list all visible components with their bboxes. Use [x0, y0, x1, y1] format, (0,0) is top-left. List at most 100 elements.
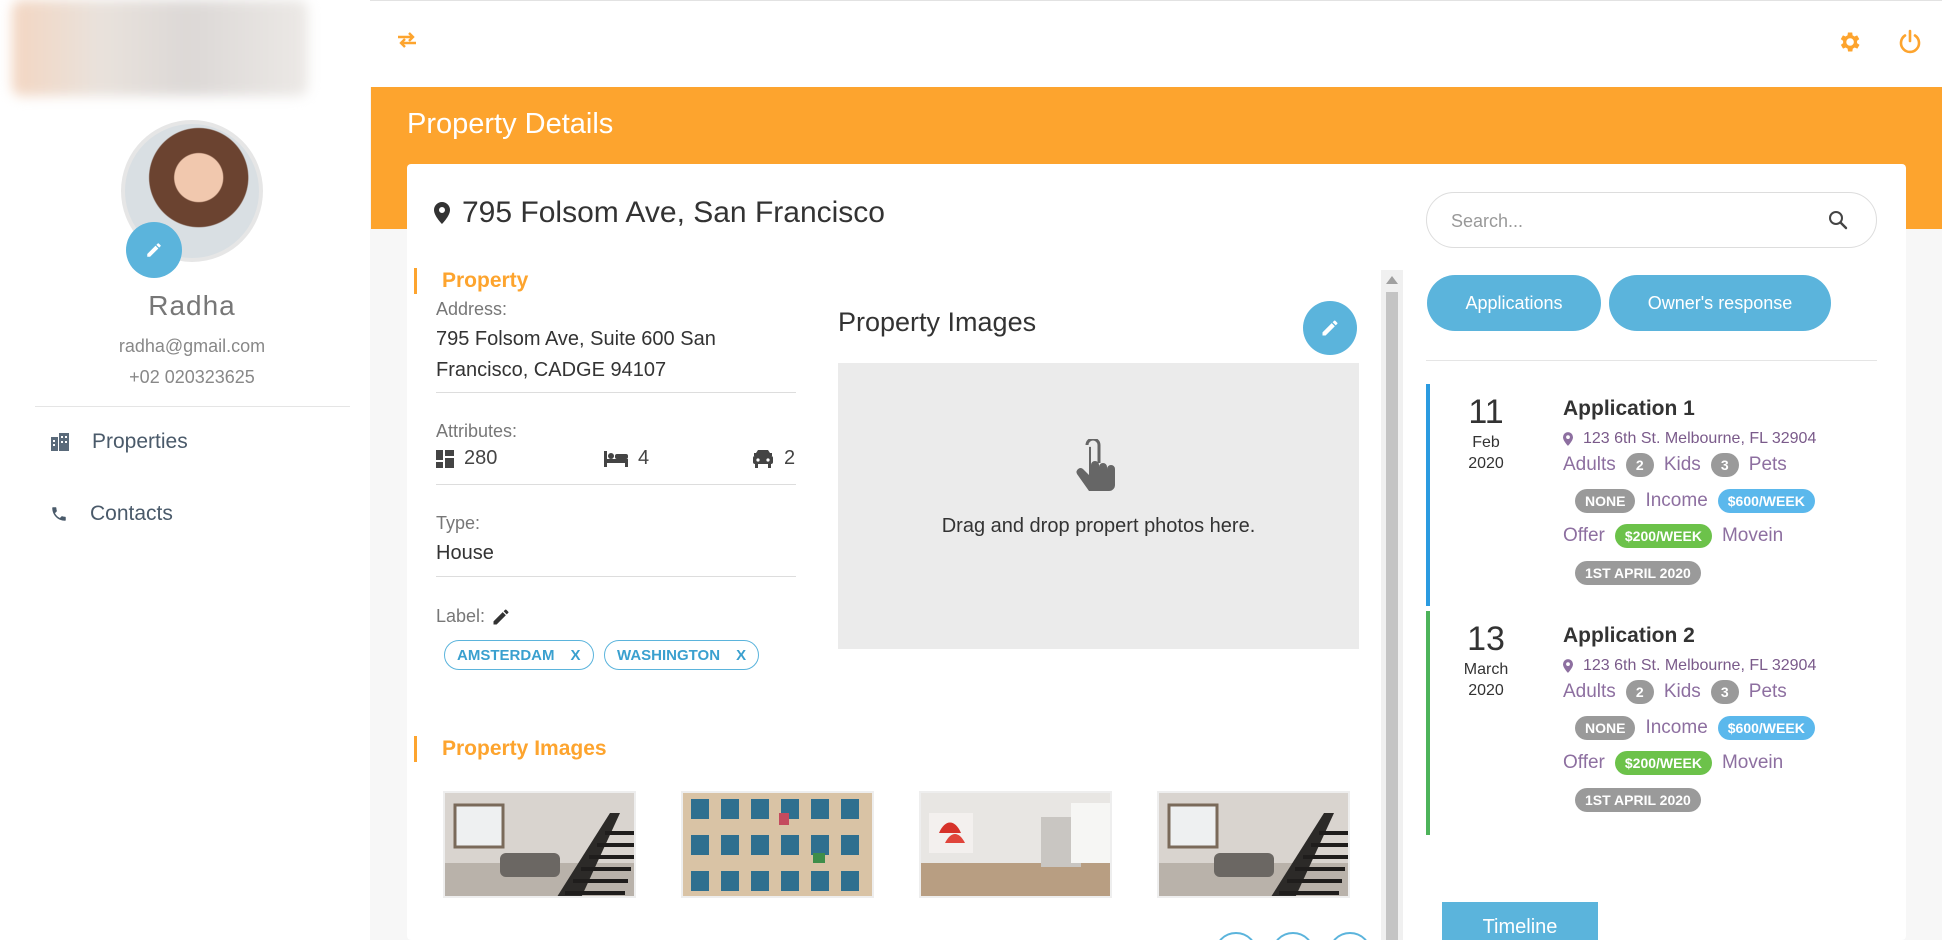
- offer-label: Offer: [1563, 752, 1605, 773]
- property-image-thumbnail[interactable]: [919, 791, 1112, 898]
- movein-badge: 1ST APRIL 2020: [1575, 788, 1701, 812]
- sidebar-divider: [35, 406, 350, 407]
- edit-images-button[interactable]: [1303, 301, 1357, 355]
- application-accent-bar: [1426, 611, 1430, 835]
- user-name: Radha: [148, 290, 236, 321]
- dropzone-text: Drag and drop propert photos here.: [941, 515, 1256, 537]
- top-bar: [370, 0, 1942, 87]
- map-pin-icon: [1563, 659, 1573, 673]
- interior-hallway-image: [921, 793, 1110, 896]
- date-day: 13: [1467, 620, 1505, 658]
- property-image-thumbnail[interactable]: [443, 791, 636, 898]
- income-badge: $600/WEEK: [1717, 489, 1815, 513]
- application-offer: Offer $200/WEEK Movein: [1563, 751, 1783, 775]
- bed-icon: [604, 450, 628, 467]
- adults-label: Adults: [1563, 681, 1616, 702]
- cars-value: 2: [784, 447, 796, 469]
- application-movein: 1ST APRIL 2020: [1575, 788, 1701, 812]
- offer-badge: $200/WEEK: [1614, 524, 1712, 548]
- adults-count-badge: 2: [1625, 680, 1654, 704]
- label-label: Label:: [436, 606, 486, 626]
- kids-count-badge: 3: [1710, 680, 1739, 704]
- phone-icon: [52, 507, 66, 521]
- scrollbar[interactable]: [1381, 270, 1403, 940]
- sidebar-item-properties[interactable]: Properties: [50, 430, 188, 454]
- tag-remove-button[interactable]: X: [736, 647, 746, 664]
- pets-badge: NONE: [1575, 716, 1636, 740]
- section-bar: [414, 268, 417, 294]
- pencil-icon[interactable]: [491, 607, 511, 627]
- hand-pointer-icon: [1076, 439, 1115, 491]
- app-logo[interactable]: [12, 0, 308, 96]
- gear-icon[interactable]: [1836, 29, 1862, 55]
- movein-badge: 1ST APRIL 2020: [1575, 561, 1701, 585]
- user-email: radha@gmail.com: [118, 336, 266, 356]
- label-row: Label:: [436, 606, 511, 627]
- movein-label: Movein: [1721, 525, 1784, 546]
- user-phone: +02 020323625: [129, 367, 255, 387]
- images-heading: Property Images: [838, 307, 1037, 337]
- timeline-button[interactable]: Timeline: [1442, 902, 1598, 940]
- property-title: 795 Folsom Ave, San Francisco: [434, 196, 885, 230]
- property-image-thumbnail[interactable]: [681, 791, 874, 898]
- adults-count-badge: 2: [1625, 453, 1654, 477]
- application-date: 13 March 2020: [1436, 620, 1536, 700]
- address-text: 123 6th St. Melbourne, FL 32904: [1583, 430, 1817, 447]
- income-label: Income: [1645, 490, 1708, 511]
- applications-button[interactable]: Applications: [1427, 275, 1601, 331]
- car-icon: [753, 449, 773, 468]
- application-title[interactable]: Application 2: [1563, 624, 1695, 648]
- swap-icon[interactable]: [396, 31, 418, 49]
- scroll-thumb[interactable]: [1386, 292, 1398, 940]
- building-facade-image: [683, 793, 872, 896]
- application-income: NONE Income $600/WEEK: [1575, 489, 1815, 513]
- divider: [1426, 360, 1877, 361]
- property-image-thumbnail[interactable]: [1157, 791, 1350, 898]
- application-title[interactable]: Application 1: [1563, 397, 1695, 421]
- area-value: 280: [464, 447, 498, 469]
- offer-label: Offer: [1563, 525, 1605, 546]
- application-date: 11 Feb 2020: [1436, 393, 1536, 473]
- divider: [436, 576, 796, 577]
- search-input[interactable]: [1451, 207, 1811, 235]
- date-day: 11: [1468, 393, 1504, 431]
- application-address: 123 6th St. Melbourne, FL 32904: [1563, 657, 1816, 675]
- beds-value: 4: [638, 447, 650, 469]
- address-text: 123 6th St. Melbourne, FL 32904: [1583, 657, 1817, 674]
- sidebar: Radha radha@gmail.com +02 020323625 Prop…: [0, 0, 370, 940]
- date-year: 2020: [1468, 455, 1504, 472]
- application-income: NONE Income $600/WEEK: [1575, 716, 1815, 740]
- sidebar-item-label: Properties: [92, 430, 188, 453]
- application-movein: 1ST APRIL 2020: [1575, 561, 1701, 585]
- scroll-up-arrow[interactable]: [1386, 276, 1398, 284]
- edit-avatar-button[interactable]: [126, 222, 182, 278]
- power-icon[interactable]: [1898, 29, 1922, 55]
- map-pin-icon: [1563, 432, 1573, 446]
- section-bar: [414, 736, 417, 762]
- building-icon: [51, 433, 69, 451]
- attr-area: 280: [436, 447, 497, 470]
- application-occupants: Adults 2 Kids 3 Pets: [1563, 680, 1787, 704]
- pets-label: Pets: [1748, 681, 1787, 702]
- kids-label: Kids: [1663, 454, 1701, 475]
- section-title-property: Property: [442, 269, 529, 292]
- search-icon[interactable]: [1828, 210, 1848, 230]
- map-pin-icon: [434, 202, 450, 224]
- adults-label: Adults: [1563, 454, 1616, 475]
- owners-response-button[interactable]: Owner's response: [1609, 275, 1831, 331]
- address-label: Address:: [436, 299, 508, 319]
- address-line-1: 795 Folsom Ave, Suite 600 San: [436, 328, 716, 350]
- divider: [436, 484, 796, 485]
- property-title-text: 795 Folsom Ave, San Francisco: [462, 196, 885, 229]
- attributes-label: Attributes:: [436, 421, 518, 441]
- living-room-image: [445, 793, 634, 896]
- photo-dropzone[interactable]: Drag and drop propert photos here.: [838, 363, 1359, 649]
- tag-text: AMSTERDAM: [457, 646, 555, 664]
- tag-remove-button[interactable]: X: [571, 647, 581, 664]
- tag-washington: WASHINGTON X: [604, 640, 760, 670]
- type-value: House: [436, 542, 494, 564]
- section-title-property-images: Property Images: [442, 737, 607, 760]
- pets-badge: NONE: [1575, 489, 1636, 513]
- sidebar-item-contacts[interactable]: Contacts: [50, 502, 173, 526]
- area-icon: [436, 449, 454, 468]
